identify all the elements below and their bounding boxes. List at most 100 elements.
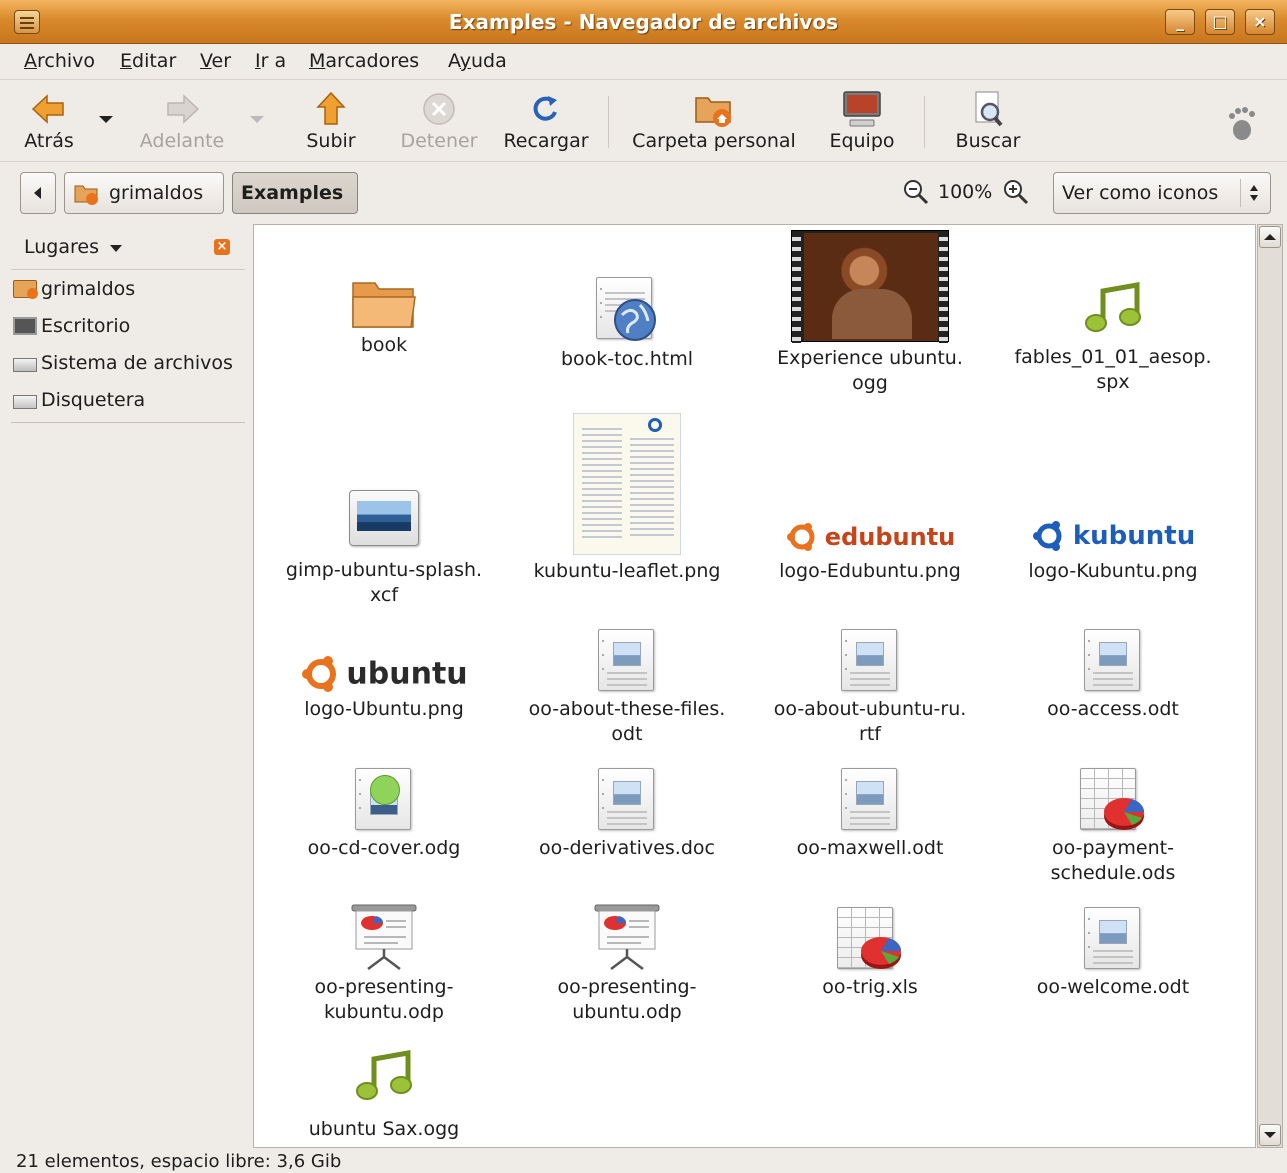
file-item[interactable]: oo-welcome.odt <box>993 907 1233 1000</box>
file-item[interactable]: oo-access.odt <box>993 629 1233 722</box>
text-document-icon <box>841 768 899 832</box>
zoom-in-icon[interactable] <box>1002 178 1030 206</box>
file-item[interactable]: oo-trig.xls <box>750 907 990 1000</box>
file-item[interactable]: Experience ubuntu. ogg <box>750 230 990 396</box>
ubuntu-circle-icon <box>302 656 337 692</box>
maximize-button[interactable]: □ <box>1205 9 1235 35</box>
video-thumbnail <box>791 230 949 343</box>
back-button[interactable]: Atrás <box>18 90 80 152</box>
spin-arrows-icon <box>1250 185 1258 201</box>
music-note-icon <box>356 1050 412 1100</box>
window-title: Examples - Navegador de archivos <box>448 10 839 34</box>
file-item[interactable]: oo-maxwell.odt <box>750 768 990 861</box>
menu-ayuda[interactable]: Ayuda <box>448 50 507 72</box>
presentation-icon <box>351 904 417 970</box>
up-button[interactable]: Subir <box>300 90 362 152</box>
text-document-icon <box>1084 907 1142 971</box>
back-history-dropdown[interactable] <box>99 116 113 123</box>
file-item[interactable]: ubuntu logo-Ubuntu.png <box>264 655 504 722</box>
home-folder-icon <box>13 280 38 299</box>
file-item[interactable]: kubuntu logo-Kubuntu.png <box>993 519 1233 584</box>
computer-icon <box>843 91 881 127</box>
file-item[interactable]: oo-derivatives.doc <box>507 768 747 861</box>
ubuntu-logo: ubuntu <box>264 655 504 695</box>
view-mode-select[interactable]: Ver como iconos <box>1053 172 1271 214</box>
menu-bar: Archivo Editar Ver Ir a Marcadores Ayuda <box>0 44 1287 80</box>
path-scroll-left-button[interactable] <box>20 172 56 214</box>
title-bar[interactable]: Examples - Navegador de archivos _ □ × <box>0 0 1287 44</box>
kubuntu-circle-icon <box>1032 521 1062 551</box>
toolbar-separator <box>608 96 609 148</box>
toolbar-separator <box>924 96 925 148</box>
crumb-grimaldos[interactable]: grimaldos <box>64 172 224 214</box>
file-item[interactable]: ubuntu Sax.ogg <box>264 1049 504 1142</box>
file-item[interactable]: kubuntu-leaflet.png <box>507 413 747 584</box>
home-folder-button[interactable]: Carpeta personal <box>624 90 804 152</box>
floppy-drive-icon <box>13 395 37 409</box>
home-folder-icon <box>695 97 731 127</box>
file-item[interactable]: book-toc.html <box>507 277 747 372</box>
file-item[interactable]: oo-about-these-files. odt <box>507 629 747 747</box>
forward-history-dropdown[interactable] <box>250 116 264 123</box>
menu-archivo[interactable]: Archivo <box>24 50 95 72</box>
zoom-out-icon[interactable] <box>902 178 930 206</box>
scroll-up-button[interactable] <box>1259 226 1281 248</box>
search-button[interactable]: Buscar <box>948 90 1028 152</box>
reload-button[interactable]: Recargar <box>500 90 592 152</box>
toolbar: Atrás Adelante Subir Detener Recargar Ca… <box>0 82 1287 162</box>
arrow-left-icon <box>31 94 64 124</box>
file-item[interactable]: oo-about-ubuntu-ru. rtf <box>750 629 990 747</box>
computer-button[interactable]: Equipo <box>824 90 900 152</box>
vertical-scrollbar[interactable] <box>1257 224 1283 1148</box>
presentation-icon <box>594 904 660 970</box>
file-icon-view[interactable]: book book-toc.html Experience ubuntu. og… <box>253 224 1256 1148</box>
forward-button[interactable]: Adelante <box>134 90 230 152</box>
status-bar: 21 elementos, espacio libre: 3,6 Gib <box>16 1151 342 1172</box>
menu-ver[interactable]: Ver <box>200 50 231 72</box>
sidebar-item-escritorio[interactable]: Escritorio <box>13 315 130 337</box>
minimize-button[interactable]: _ <box>1165 9 1195 35</box>
file-item[interactable]: oo-presenting- kubuntu.odp <box>264 903 504 1025</box>
close-button[interactable]: × <box>1245 9 1275 35</box>
home-folder-icon <box>74 185 98 205</box>
text-document-icon <box>1084 629 1142 693</box>
sidebar-title[interactable]: Lugares <box>24 236 99 258</box>
pane-splitter[interactable] <box>245 224 253 1148</box>
file-item[interactable]: fables_01_01_aesop. spx <box>993 281 1233 395</box>
kubuntu-logo: kubuntu <box>993 519 1233 555</box>
file-item[interactable]: book <box>264 275 504 358</box>
location-bar: grimaldos Examples 100% Ver como iconos <box>0 164 1287 222</box>
scroll-down-button[interactable] <box>1259 1124 1281 1146</box>
hard-disk-icon <box>13 358 37 372</box>
menu-editar[interactable]: Editar <box>120 50 176 72</box>
sidebar-divider <box>11 422 245 423</box>
close-sidebar-button[interactable]: × <box>214 239 230 255</box>
edubuntu-circle-icon <box>786 523 815 551</box>
sidebar: Lugares × grimaldos Escritorio Sistema d… <box>11 224 245 1148</box>
stop-button[interactable]: Detener <box>394 90 484 152</box>
gnome-foot-icon <box>1229 107 1255 140</box>
sidebar-item-grimaldos[interactable]: grimaldos <box>13 278 135 300</box>
music-note-icon <box>1085 282 1141 332</box>
zoom-level[interactable]: 100% <box>938 181 992 203</box>
menu-ir-a[interactable]: Ir a <box>255 50 286 72</box>
file-item[interactable]: oo-payment- schedule.ods <box>993 768 1233 886</box>
leaflet-thumbnail <box>573 413 681 555</box>
chevron-down-icon <box>1264 1132 1276 1138</box>
menu-marcadores[interactable]: Marcadores <box>309 50 419 72</box>
file-item[interactable]: gimp-ubuntu-splash. xcf <box>264 490 504 608</box>
spreadsheet-icon <box>837 907 903 971</box>
edubuntu-logo: edubuntu <box>750 521 990 555</box>
sidebar-item-filesystem[interactable]: Sistema de archivos <box>13 352 233 374</box>
file-item[interactable]: edubuntu logo-Edubuntu.png <box>750 521 990 584</box>
file-item[interactable]: oo-presenting- ubuntu.odp <box>507 903 747 1025</box>
sidebar-item-floppy[interactable]: Disquetera <box>13 389 145 411</box>
chevron-down-icon[interactable] <box>109 244 123 254</box>
image-icon <box>349 490 419 546</box>
arrow-up-icon <box>316 91 346 125</box>
crumb-examples[interactable]: Examples <box>232 172 358 214</box>
folder-icon <box>352 282 416 328</box>
chevron-left-icon <box>34 187 41 199</box>
reload-icon <box>533 96 557 121</box>
file-item[interactable]: oo-cd-cover.odg <box>264 768 504 861</box>
